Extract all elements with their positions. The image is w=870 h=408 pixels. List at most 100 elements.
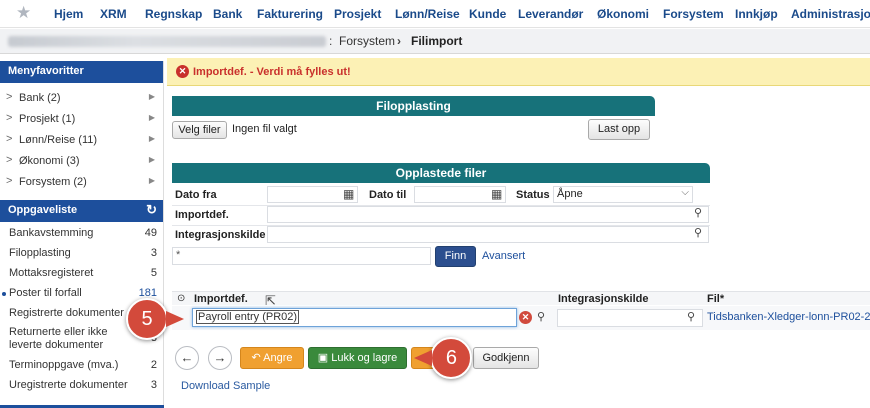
- refresh-icon[interactable]: ↻: [146, 202, 157, 218]
- status-label: Status: [516, 189, 550, 201]
- nav-bank[interactable]: Bank: [213, 7, 242, 21]
- task-terminoppgave[interactable]: Terminoppgave (mva.) 2: [0, 355, 163, 375]
- arrow-left-icon: ←: [180, 350, 194, 365]
- task-count: 3: [150, 247, 157, 259]
- forward-button[interactable]: →: [208, 346, 232, 370]
- status-select[interactable]: Åpne ⌵: [553, 186, 693, 203]
- upload-button[interactable]: Last opp: [588, 119, 650, 140]
- breadcrumb: : Forsystem › Filimport: [0, 29, 870, 54]
- alert-message: Importdef. - Verdi må fylles ut!: [193, 66, 351, 78]
- calendar-icon[interactable]: ▦: [343, 187, 354, 201]
- task-mottaksregisteret[interactable]: Mottaksregisteret 5: [0, 263, 163, 283]
- status-value: Åpne: [557, 188, 583, 200]
- search-icon[interactable]: ⚲: [694, 206, 702, 219]
- task-label: Bankavstemming: [9, 227, 94, 239]
- task-label: Returnerte eller ikke: [9, 326, 108, 338]
- save-icon: ▣: [317, 352, 332, 364]
- expand-arrow-icon[interactable]: ▶: [149, 113, 155, 122]
- download-sample-link[interactable]: Download Sample: [181, 380, 270, 392]
- nav-innkjop[interactable]: Innkjøp: [735, 7, 778, 21]
- grid-row: Payroll entry (PR02) ✕ ⚲ ⚲ Tidsbanken-Xl…: [172, 306, 870, 330]
- save-close-button[interactable]: ▣ Lukk og lagre: [308, 347, 407, 369]
- undo-label: Angre: [263, 352, 293, 364]
- integration-row-input[interactable]: [557, 309, 703, 327]
- task-label: Terminoppgave (mva.): [9, 359, 119, 371]
- expand-arrow-icon[interactable]: ▶: [149, 176, 155, 185]
- save-close-label: Lukk og lagre: [331, 352, 398, 364]
- radio-icon[interactable]: ⊙: [177, 293, 185, 304]
- favorite-okonomi[interactable]: > Økonomi (3) ▶: [0, 150, 163, 171]
- favorite-prosjekt[interactable]: > Prosjekt (1) ▶: [0, 108, 163, 129]
- uploaded-files-title: Opplastede filer: [395, 166, 487, 180]
- calendar-icon[interactable]: ▦: [491, 187, 502, 201]
- chevron-down-icon: ⌵: [681, 187, 689, 198]
- breadcrumb-separator: :: [329, 34, 333, 48]
- nav-leverandor[interactable]: Leverandør: [518, 7, 583, 21]
- nav-kunde[interactable]: Kunde: [469, 7, 506, 21]
- search-icon[interactable]: ⚲: [694, 226, 702, 239]
- breadcrumb-forsystem[interactable]: Forsystem: [339, 34, 395, 48]
- grid-header: ⊙ Importdef. Integrasjonskilde Fil*: [172, 291, 870, 305]
- nav-forsystem[interactable]: Forsystem: [663, 7, 724, 21]
- task-bankavstemming[interactable]: Bankavstemming 49: [0, 223, 163, 243]
- task-uregistrerte-dokumenter[interactable]: Uregistrerte dokumenter 3: [0, 375, 163, 395]
- tasklist-title: Oppgaveliste: [8, 204, 78, 216]
- nav-prosjekt[interactable]: Prosjekt: [334, 7, 381, 21]
- step-6-number: 6: [445, 347, 457, 369]
- col-importdef[interactable]: Importdef.: [194, 293, 248, 305]
- choose-files-button[interactable]: Velg filer: [172, 121, 227, 139]
- task-label-line2: leverte dokumenter: [9, 339, 104, 351]
- find-button[interactable]: Finn: [435, 246, 476, 267]
- nav-fakturering[interactable]: Fakturering: [257, 7, 323, 21]
- task-label: Uregistrerte dokumenter: [9, 379, 128, 391]
- expand-arrow-icon[interactable]: ▶: [149, 92, 155, 101]
- nav-okonomi[interactable]: Økonomi: [597, 7, 649, 21]
- chevron-right-icon: >: [6, 112, 13, 124]
- nav-regnskap[interactable]: Regnskap: [145, 7, 202, 21]
- step-5-callout: 5: [126, 298, 184, 340]
- task-label: Mottaksregisteret: [9, 267, 94, 279]
- step-5-number: 5: [141, 308, 153, 330]
- chevron-right-icon: >: [6, 91, 13, 103]
- uploaded-files-section-header: Opplastede filer: [172, 163, 710, 183]
- expand-arrow-icon[interactable]: ▶: [149, 155, 155, 164]
- clear-icon[interactable]: ✕: [519, 311, 532, 324]
- sidebar: Menyfavoritter > Bank (2) ▶ > Prosjekt (1) ▶…: [0, 61, 164, 408]
- task-count: 3: [150, 379, 157, 391]
- nav-xrm[interactable]: XRM: [100, 7, 127, 21]
- approve-button[interactable]: Godkjenn: [473, 347, 539, 369]
- file-link[interactable]: Tidsbanken-Xledger-lonn-PR02-20: [707, 311, 870, 323]
- undo-button[interactable]: ↶ Angre: [240, 347, 304, 369]
- task-filopplasting[interactable]: Filopplasting 3: [0, 243, 163, 263]
- search-icon[interactable]: ⚲: [537, 310, 545, 323]
- search-icon[interactable]: ⚲: [687, 310, 695, 323]
- upload-title: Filopplasting: [376, 99, 451, 113]
- favorite-bank[interactable]: > Bank (2) ▶: [0, 87, 163, 108]
- col-file[interactable]: Fil*: [707, 293, 724, 305]
- chevron-right-icon: >: [6, 133, 13, 145]
- chevron-right-icon: >: [6, 175, 13, 187]
- task-label: Poster til forfall: [9, 287, 82, 299]
- favorite-label: Lønn/Reise (11): [19, 134, 98, 146]
- favorite-label: Prosjekt (1): [19, 113, 76, 125]
- arrow-right-icon: →: [213, 350, 227, 365]
- favorite-lonn-reise[interactable]: > Lønn/Reise (11) ▶: [0, 129, 163, 150]
- integration-filter-input[interactable]: [267, 226, 709, 243]
- favorite-forsystem[interactable]: > Forsystem (2) ▶: [0, 171, 163, 192]
- advanced-search-link[interactable]: Avansert: [482, 250, 525, 262]
- favorite-star-icon[interactable]: ★: [16, 3, 31, 23]
- breadcrumb-chevron-icon: ›: [397, 34, 401, 48]
- nav-administrasjon[interactable]: Administrasjon: [791, 7, 870, 21]
- date-from-label: Dato fra: [175, 189, 217, 201]
- expand-arrow-icon[interactable]: ▶: [149, 134, 155, 143]
- redacted-company-name: [8, 36, 326, 47]
- quick-search-input[interactable]: *: [172, 247, 431, 265]
- step-6-callout: 6: [430, 337, 472, 379]
- importdef-filter-input[interactable]: [267, 206, 709, 223]
- nav-hjem[interactable]: Hjem: [54, 7, 83, 21]
- importdef-row-input[interactable]: Payroll entry (PR02): [192, 308, 517, 327]
- col-integration[interactable]: Integrasjonskilde: [558, 293, 648, 305]
- upload-section-header: Filopplasting: [172, 96, 655, 116]
- nav-lonn-reise[interactable]: Lønn/Reise: [395, 7, 460, 21]
- back-button[interactable]: ←: [175, 346, 199, 370]
